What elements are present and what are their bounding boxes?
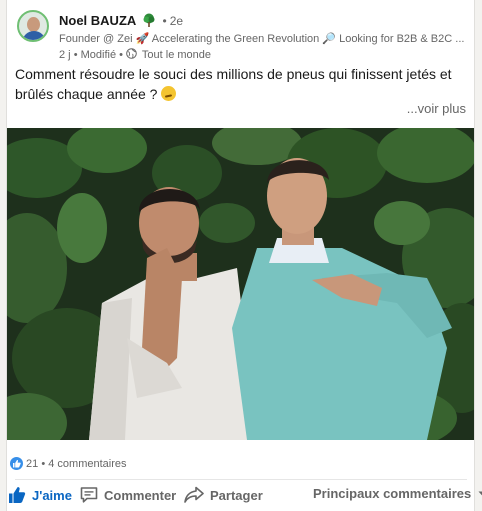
feed-post-card: Noel BAUZA • 2e Founder @ Zei 🚀 Accelerat… (6, 0, 482, 511)
caret-down-icon (477, 488, 482, 500)
post-text: Comment résoudre le souci des millions d… (15, 64, 470, 104)
thumbs-up-icon (8, 486, 26, 504)
globe-icon (126, 48, 137, 59)
sort-label: Principaux commentaires (313, 486, 472, 501)
comment-icon (80, 486, 98, 504)
social-counts[interactable]: 21 • 4 commentaires (10, 457, 127, 470)
post-image[interactable] (7, 128, 474, 440)
connection-degree: 2e (169, 14, 184, 28)
comments-count[interactable]: 4 commentaires (48, 458, 126, 470)
author-avatar[interactable] (17, 10, 49, 42)
meta-separator-2: • (119, 49, 123, 61)
author-name-row: Noel BAUZA • 2e (59, 13, 183, 28)
post-edited: Modifié (80, 49, 117, 61)
like-reaction-icon (10, 457, 23, 470)
comment-button[interactable]: Commenter (80, 486, 176, 504)
post-meta: 2 j • Modifié • Tout le monde (59, 48, 211, 61)
comment-label: Commenter (104, 487, 177, 503)
share-label: Partager (210, 487, 263, 503)
post-header: Noel BAUZA • 2e Founder @ Zei 🚀 Accelerat… (17, 10, 467, 61)
reactions-count[interactable]: 21 (26, 458, 38, 470)
post-actions-bar: J'aime Commenter Partager Principaux com… (7, 482, 482, 511)
post-text-content: Comment résoudre le souci des millions d… (15, 66, 452, 102)
see-more-link[interactable]: ...voir plus (407, 101, 466, 116)
like-label: J'aime (32, 487, 72, 503)
share-icon (184, 486, 204, 504)
name-separator: • (162, 14, 167, 28)
author-name[interactable]: Noel BAUZA (59, 13, 136, 28)
tree-icon (142, 13, 156, 27)
actions-divider (15, 479, 467, 480)
post-time: 2 j (59, 49, 71, 61)
like-button[interactable]: J'aime (8, 486, 72, 504)
author-headline: Founder @ Zei 🚀 Accelerating the Green R… (59, 33, 465, 45)
post-visibility: Tout le monde (141, 49, 212, 61)
comment-sort-dropdown[interactable]: Principaux commentaires (313, 486, 482, 501)
avatar-face (27, 17, 40, 32)
share-button[interactable]: Partager (184, 486, 263, 504)
social-separator: • (41, 458, 46, 470)
avatar-body (22, 31, 46, 40)
meta-separator-1: • (73, 49, 78, 61)
thinking-face-icon (161, 86, 177, 101)
